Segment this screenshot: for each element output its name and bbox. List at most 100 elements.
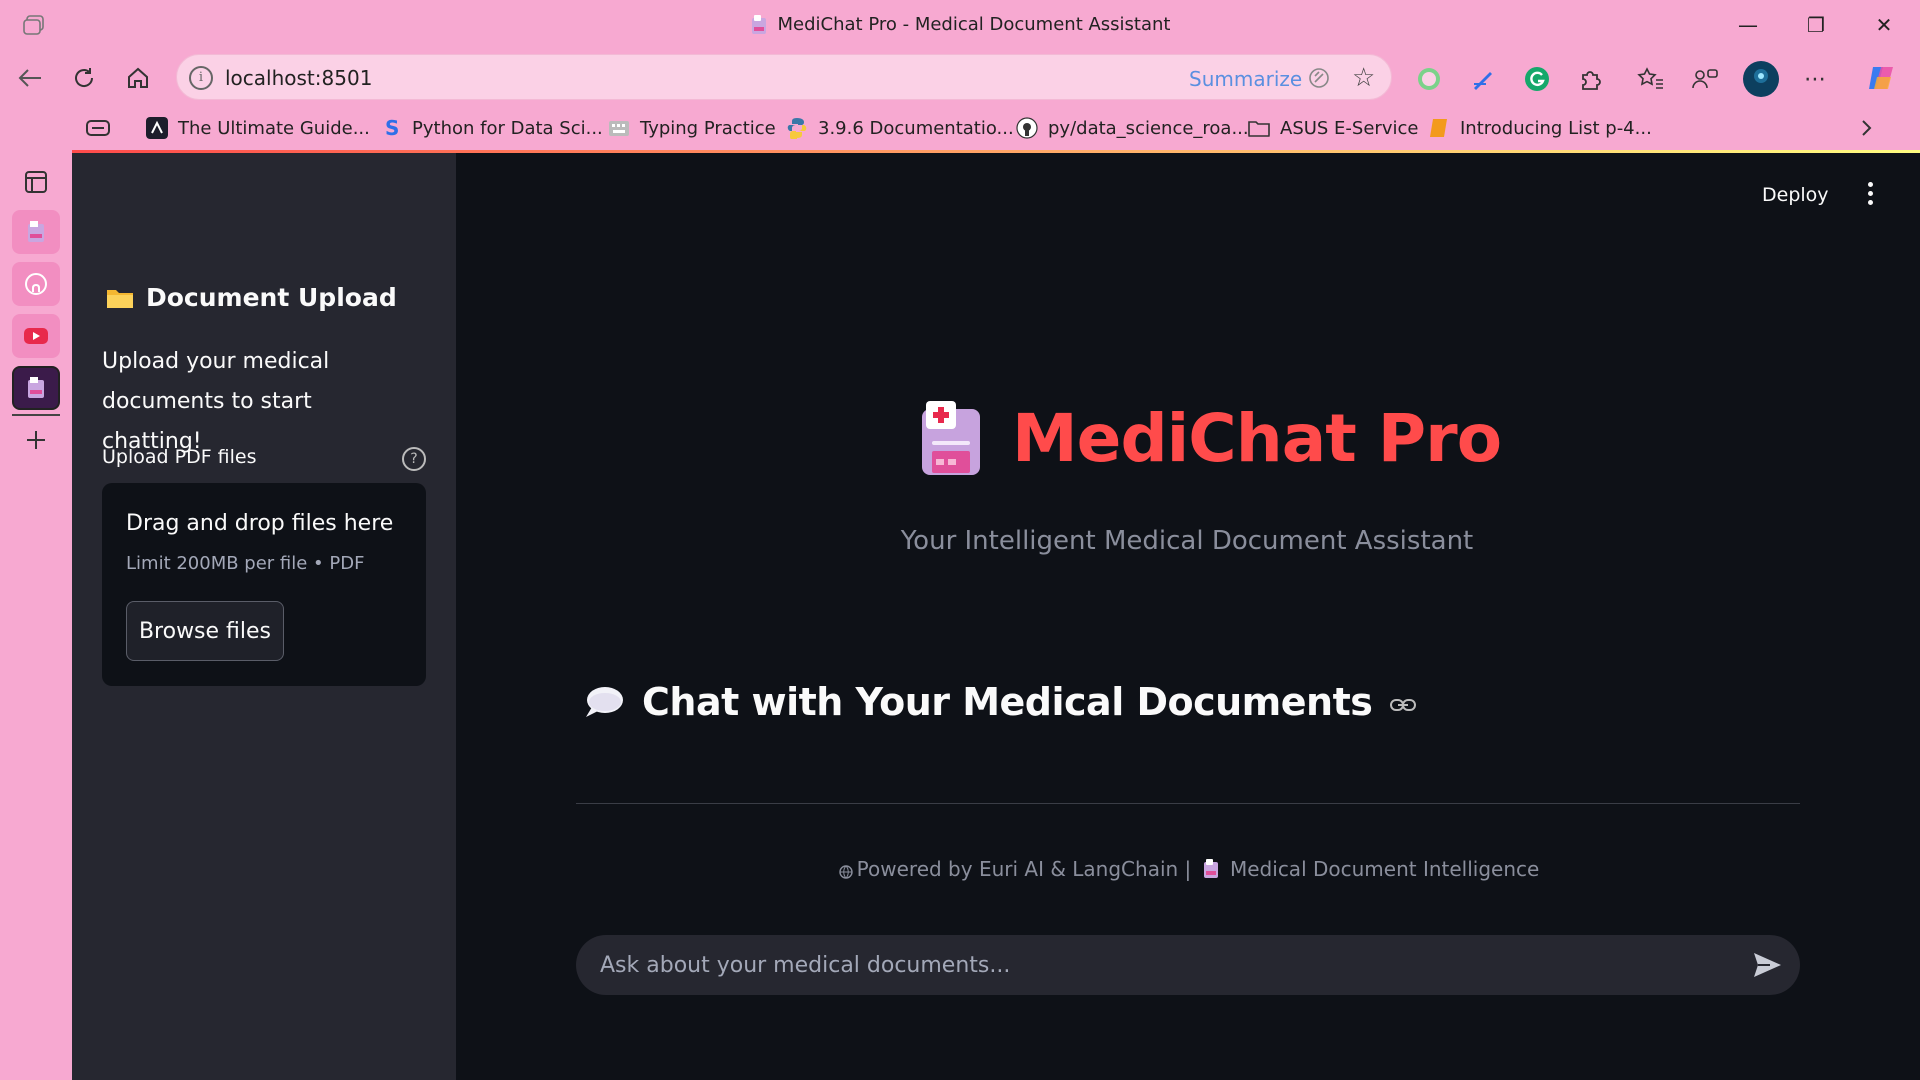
tab-actions-button[interactable]	[12, 160, 60, 204]
anchor-link-icon[interactable]	[1390, 697, 1417, 713]
tab-youtube[interactable]	[12, 314, 60, 358]
svg-text:S: S	[385, 117, 399, 139]
tab-medichat[interactable]	[12, 210, 60, 254]
favorite-star-icon[interactable]: ☆	[1352, 63, 1375, 93]
send-icon[interactable]	[1752, 951, 1782, 979]
title-bar: MediChat Pro - Medical Document Assistan…	[0, 0, 1920, 50]
bookmark-item[interactable]: 3.9.6 Documentatio...	[786, 116, 1014, 140]
app-title: MediChat Pro	[1012, 400, 1502, 477]
navigation-bar: i localhost:8501 Summarize ☆ ⋯	[0, 50, 1920, 106]
favorites-list-icon	[1637, 67, 1663, 89]
sidebar-title: Document Upload	[106, 283, 397, 312]
medichat-favicon-icon	[751, 14, 766, 34]
bookmarks-bar: The Ultimate Guide... S Python for Data …	[0, 106, 1920, 150]
avatar-icon	[1743, 61, 1779, 97]
grammarly-extension-icon[interactable]	[1522, 64, 1552, 94]
bookmark-label: Introducing List p-4...	[1460, 117, 1652, 139]
footer-text: Powered by Euri AI & LangChain | Medical…	[576, 857, 1798, 881]
bookmark-item[interactable]: Introducing List p-4...	[1428, 116, 1652, 140]
url-text[interactable]: localhost:8501	[225, 66, 372, 90]
hero-title-row: MediChat Pro	[918, 400, 1502, 477]
bookmark-label: Typing Practice	[640, 117, 776, 139]
medical-clipboard-small-icon	[1203, 859, 1218, 878]
share-profile-icon	[1692, 69, 1718, 89]
profile-avatar[interactable]	[1742, 60, 1780, 98]
ai-assistant-icon[interactable]	[1307, 66, 1331, 90]
reload-button[interactable]	[64, 60, 104, 96]
globe-icon	[838, 865, 853, 879]
restore-button[interactable]: ❐	[1788, 8, 1844, 42]
tab-medichat-active[interactable]	[12, 366, 60, 410]
plus-icon	[27, 431, 45, 449]
chat-input[interactable]	[600, 947, 1720, 983]
bookmark-item[interactable]: ASUS E-Service	[1248, 116, 1418, 140]
bookmark-item[interactable]: S Python for Data Sci...	[380, 116, 603, 140]
settings-more-button[interactable]: ⋯	[1800, 64, 1830, 94]
speech-bubble-icon	[586, 687, 623, 717]
app-subtitle: Your Intelligent Medical Document Assist…	[900, 526, 1474, 556]
bookmark-item[interactable]: py/data_science_roa...	[1016, 116, 1249, 140]
folder-icon	[1248, 121, 1270, 137]
sidebar-description: Upload your medical documents to start c…	[102, 349, 330, 454]
close-window-button[interactable]: ✕	[1856, 8, 1912, 42]
whatsapp-icon	[1418, 68, 1440, 90]
extensions-button[interactable]	[1576, 64, 1606, 94]
home-icon	[128, 67, 148, 88]
more-bookmarks-button[interactable]	[1860, 116, 1874, 140]
bookmark-label: py/data_science_roa...	[1048, 117, 1249, 139]
bookmark-item[interactable]: The Ultimate Guide...	[146, 116, 370, 140]
bookmark-item[interactable]: Typing Practice	[608, 116, 776, 140]
medical-clipboard-icon	[922, 400, 980, 475]
site-info-icon[interactable]: i	[189, 66, 213, 90]
window-title-area: MediChat Pro - Medical Document Assistan…	[0, 14, 1920, 35]
chevron-right-icon	[1862, 120, 1872, 136]
sidebar-title-text: Document Upload	[146, 283, 397, 312]
youtube-icon	[24, 328, 48, 344]
copilot-icon	[1869, 67, 1893, 89]
whatsapp-extension-icon[interactable]	[1414, 64, 1444, 94]
browse-files-button[interactable]: Browse files	[126, 601, 284, 661]
tab-github[interactable]	[12, 262, 60, 306]
chat-heading: Chat with Your Medical Documents	[642, 680, 1373, 724]
reading-list-icon	[86, 120, 110, 136]
medichat-tab-icon	[28, 377, 44, 398]
pen-extension-icon[interactable]	[1468, 64, 1498, 94]
file-dropzone[interactable]: Drag and drop files here Limit 200MB per…	[102, 483, 426, 686]
address-bar[interactable]: i localhost:8501 Summarize ☆	[176, 54, 1392, 100]
back-arrow-icon	[18, 69, 41, 87]
reload-icon	[75, 68, 94, 87]
github-icon	[25, 273, 47, 295]
logo-icon	[146, 117, 168, 139]
profile-share-button[interactable]	[1690, 64, 1720, 94]
tab-panel-icon	[25, 171, 47, 193]
github-icon	[1016, 117, 1038, 139]
reading-list-button[interactable]	[86, 116, 110, 140]
footer-tagline: Medical Document Intelligence	[1230, 857, 1540, 881]
help-icon[interactable]: ?	[402, 447, 426, 471]
grammarly-icon	[1525, 67, 1549, 91]
favorites-button[interactable]	[1636, 64, 1666, 94]
copilot-button[interactable]	[1864, 60, 1900, 96]
bookmark-label: Python for Data Sci...	[412, 117, 603, 139]
python-icon	[787, 118, 807, 139]
vertical-tab-strip	[0, 150, 72, 1080]
upload-label: Upload PDF files	[102, 446, 257, 468]
new-tab-button[interactable]	[12, 418, 60, 462]
pen-icon	[1474, 72, 1492, 90]
tab-divider	[12, 414, 60, 416]
chat-input-container	[576, 935, 1800, 995]
back-button[interactable]	[10, 60, 50, 96]
footer-powered-by: Powered by Euri AI & LangChain |	[856, 857, 1192, 881]
deploy-button[interactable]: Deploy	[1762, 184, 1829, 206]
home-button[interactable]	[118, 60, 158, 96]
bookmark-label: 3.9.6 Documentatio...	[818, 117, 1014, 139]
window-title: MediChat Pro - Medical Document Assistan…	[777, 14, 1171, 35]
folder-icon	[107, 289, 133, 308]
puzzle-icon	[1582, 71, 1601, 90]
bookmark-label: ASUS E-Service	[1280, 117, 1419, 139]
chat-heading-row: Chat with Your Medical Documents	[584, 680, 1417, 724]
main-menu-button[interactable]	[1864, 182, 1876, 212]
dropzone-limit-text: Limit 200MB per file • PDF	[126, 553, 365, 574]
summarize-button[interactable]: Summarize	[1189, 67, 1302, 91]
minimize-button[interactable]: —	[1720, 8, 1776, 42]
